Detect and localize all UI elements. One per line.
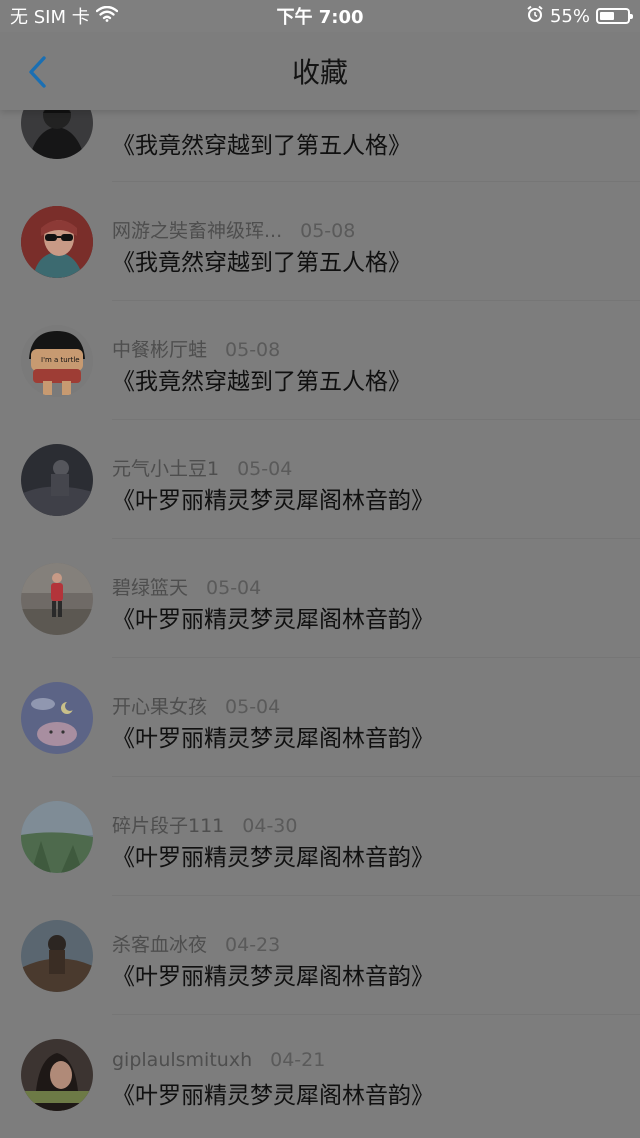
item-title: 《我竟然穿越到了第五人格》	[112, 369, 411, 395]
item-meta: 杀客血冰夜 04-23	[112, 930, 280, 957]
alarm-icon	[526, 5, 544, 28]
list-item[interactable]: 元气小土豆1 05-04 《叶罗丽精灵梦灵犀阁林音韵》	[0, 420, 640, 539]
item-meta: 碎片段子111 04-30	[112, 811, 297, 838]
item-meta: 网游之奘畜神级珲... 05-08	[112, 216, 355, 243]
item-title: 《叶罗丽精灵梦灵犀阁林音韵》	[112, 607, 434, 633]
item-title: 《叶罗丽精灵梦灵犀阁林音韵》	[112, 488, 434, 514]
battery-icon	[596, 8, 633, 24]
avatar	[21, 444, 93, 516]
item-username: 碧绿篮天	[112, 577, 189, 599]
list-item[interactable]: 碎片段子111 04-30 《叶罗丽精灵梦灵犀阁林音韵》	[0, 777, 640, 896]
item-meta: 碧绿篮天 05-04	[112, 573, 261, 600]
status-bar: 无 SIM 卡 下午 7:00 55%	[0, 0, 640, 32]
page-title: 收藏	[291, 56, 348, 89]
item-username: 碎片段子111	[112, 815, 225, 837]
avatar: I'm a turtle	[21, 325, 93, 397]
chevron-left-icon	[29, 56, 46, 88]
avatar	[21, 920, 93, 992]
item-date: 04-30	[242, 815, 298, 837]
item-meta: giplaulsmituxh 04-21	[112, 1049, 325, 1071]
avatar	[21, 801, 93, 873]
item-username: 开心果女孩	[112, 696, 208, 718]
back-button[interactable]	[18, 52, 58, 92]
item-date: 05-04	[225, 696, 281, 718]
item-date: 05-08	[225, 339, 281, 361]
status-left: 无 SIM 卡	[10, 3, 118, 29]
list-item[interactable]: 杀客血冰夜 04-23 《叶罗丽精灵梦灵犀阁林音韵》	[0, 896, 640, 1015]
list-item[interactable]: 碧绿篮天 05-04 《叶罗丽精灵梦灵犀阁林音韵》	[0, 539, 640, 658]
wifi-icon	[95, 5, 118, 27]
avatar	[21, 206, 93, 278]
item-date: 04-21	[270, 1049, 326, 1071]
item-meta: 中餐彬厅蛙 05-08	[112, 335, 280, 362]
avatar	[21, 563, 93, 635]
avatar	[21, 682, 93, 754]
item-title: 《叶罗丽精灵梦灵犀阁林音韵》	[112, 1083, 434, 1109]
carrier-label: 无 SIM 卡	[10, 7, 90, 28]
item-date: 05-08	[300, 220, 356, 242]
status-right: 55%	[526, 5, 633, 28]
list-item[interactable]: I'm a turtle 中餐彬厅蛙 05-08 《我竟然穿越到了第五人格》	[0, 301, 640, 420]
list-item[interactable]: 开心果女孩 05-04 《叶罗丽精灵梦灵犀阁林音韵》	[0, 658, 640, 777]
item-username: 杀客血冰夜	[112, 934, 208, 956]
battery-percent: 55%	[549, 5, 590, 27]
item-title: 《我竟然穿越到了第五人格》	[112, 133, 411, 159]
svg-text:I'm a turtle: I'm a turtle	[41, 356, 80, 364]
item-title: 《叶罗丽精灵梦灵犀阁林音韵》	[112, 726, 434, 752]
item-title: 《我竟然穿越到了第五人格》	[112, 250, 411, 276]
item-username: 元气小土豆1	[112, 458, 220, 480]
item-username: giplaulsmituxh	[112, 1049, 253, 1071]
item-username: 网游之奘畜神级珲...	[112, 220, 283, 242]
item-date: 05-04	[237, 458, 293, 480]
item-meta: 元气小土豆1 05-04	[112, 454, 292, 481]
avatar	[21, 1039, 93, 1111]
list-item[interactable]: giplaulsmituxh 04-21 《叶罗丽精灵梦灵犀阁林音韵》	[0, 1015, 640, 1134]
navigation-bar: 收藏	[0, 32, 640, 110]
item-date: 04-23	[225, 934, 281, 956]
list-item[interactable]: 网游之奘畜神级珲... 05-08 《我竟然穿越到了第五人格》	[0, 182, 640, 301]
item-date: 05-04	[206, 577, 262, 599]
item-title: 《叶罗丽精灵梦灵犀阁林音韵》	[112, 845, 434, 871]
item-meta: 开心果女孩 05-04	[112, 692, 280, 719]
item-title: 《叶罗丽精灵梦灵犀阁林音韵》	[112, 964, 434, 990]
item-username: 中餐彬厅蛙	[112, 339, 208, 361]
